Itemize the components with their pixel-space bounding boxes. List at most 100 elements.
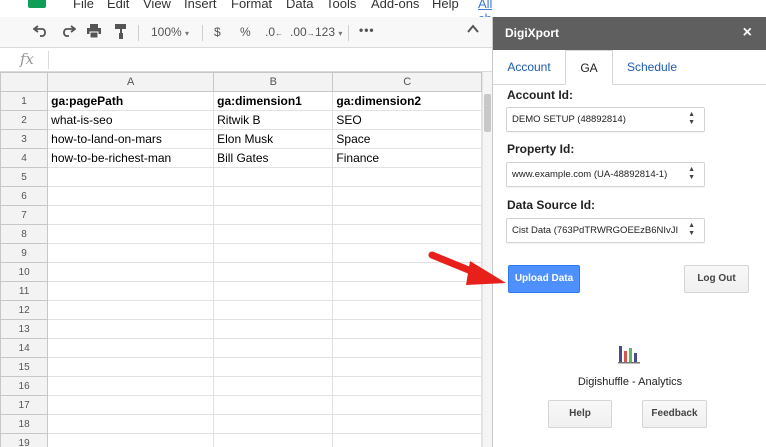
cell[interactable] (213, 281, 334, 301)
cell[interactable] (213, 357, 334, 377)
column-header-b[interactable]: B (213, 72, 334, 92)
increase-decimal-button[interactable]: .00→ (290, 25, 315, 39)
cell[interactable] (332, 186, 482, 206)
row-header[interactable]: 7 (0, 205, 49, 225)
upload-data-button[interactable]: Upload Data (508, 265, 580, 293)
cell[interactable] (47, 319, 215, 339)
row-header[interactable]: 17 (0, 395, 49, 415)
cell[interactable] (47, 395, 215, 415)
row-header[interactable]: 1 (0, 91, 49, 111)
more-formats-button[interactable]: 123 ▾ (315, 25, 342, 39)
account-id-select[interactable]: DEMO SETUP (48892814) ▲ ▼ (506, 107, 705, 132)
undo-icon[interactable] (32, 23, 49, 40)
cell[interactable] (332, 167, 482, 187)
cell[interactable] (47, 357, 215, 377)
cell[interactable] (47, 414, 215, 434)
cell[interactable] (213, 319, 334, 339)
cell[interactable]: how-to-be-richest-man (47, 148, 215, 168)
cell[interactable] (213, 376, 334, 396)
menu-file[interactable]: File (73, 0, 94, 11)
row-header[interactable]: 12 (0, 300, 49, 320)
cell[interactable] (47, 262, 215, 282)
column-header-c[interactable]: C (332, 72, 482, 92)
close-icon[interactable]: × (743, 24, 752, 42)
cell[interactable] (332, 433, 482, 447)
row-header[interactable]: 8 (0, 224, 49, 244)
row-header[interactable]: 2 (0, 110, 49, 130)
cell[interactable] (332, 205, 482, 225)
row-header[interactable]: 11 (0, 281, 49, 301)
cell[interactable] (213, 395, 334, 415)
sheets-logo-icon[interactable] (28, 0, 46, 8)
cell[interactable] (213, 224, 334, 244)
row-header[interactable]: 10 (0, 262, 49, 282)
menu-data[interactable]: Data (286, 0, 313, 11)
menu-view[interactable]: View (143, 0, 171, 11)
cell[interactable] (47, 376, 215, 396)
sidebar-scrollbar-thumb[interactable] (484, 94, 491, 132)
cell[interactable] (332, 224, 482, 244)
log-out-button[interactable]: Log Out (684, 265, 749, 293)
row-header[interactable]: 16 (0, 376, 49, 396)
more-icon[interactable]: ••• (359, 23, 375, 37)
cell[interactable] (332, 338, 482, 358)
decrease-decimal-button[interactable]: .0← (265, 25, 283, 39)
cell[interactable]: how-to-land-on-mars (47, 129, 215, 149)
print-icon[interactable] (86, 24, 102, 41)
cell[interactable] (332, 395, 482, 415)
cell[interactable] (213, 167, 334, 187)
cell[interactable] (47, 224, 215, 244)
cell[interactable] (332, 319, 482, 339)
row-header[interactable]: 14 (0, 338, 49, 358)
menu-tools[interactable]: Tools (326, 0, 356, 11)
cell[interactable]: what-is-seo (47, 110, 215, 130)
row-header[interactable]: 3 (0, 129, 49, 149)
currency-format-button[interactable]: $ (214, 25, 221, 39)
cell[interactable] (213, 186, 334, 206)
cell[interactable] (47, 167, 215, 187)
cell[interactable]: Finance (332, 148, 482, 168)
row-header[interactable]: 13 (0, 319, 49, 339)
cell[interactable] (332, 300, 482, 320)
cell[interactable]: Ritwik B (213, 110, 334, 130)
menu-help[interactable]: Help (432, 0, 459, 11)
cell[interactable] (47, 338, 215, 358)
cell[interactable] (47, 205, 215, 225)
cell[interactable] (213, 300, 334, 320)
menu-addons[interactable]: Add-ons (371, 0, 419, 11)
paint-format-icon[interactable] (114, 23, 128, 42)
cell[interactable] (213, 414, 334, 434)
feedback-button[interactable]: Feedback (642, 400, 707, 428)
help-button[interactable]: Help (548, 400, 612, 428)
cell[interactable]: ga:dimension2 (332, 91, 482, 111)
cell[interactable] (213, 433, 334, 447)
cell[interactable] (47, 243, 215, 263)
tab-account[interactable]: Account (498, 50, 560, 85)
row-header[interactable]: 4 (0, 148, 49, 168)
select-all-corner[interactable] (0, 72, 49, 92)
menu-edit[interactable]: Edit (107, 0, 129, 11)
cell[interactable]: SEO (332, 110, 482, 130)
tab-schedule[interactable]: Schedule (620, 50, 684, 85)
formula-bar[interactable]: fx (0, 48, 492, 72)
row-header[interactable]: 6 (0, 186, 49, 206)
menu-format[interactable]: Format (231, 0, 272, 11)
column-header-a[interactable]: A (47, 72, 215, 92)
cell[interactable] (213, 338, 334, 358)
row-header[interactable]: 19 (0, 433, 49, 447)
tab-ga[interactable]: GA (565, 50, 613, 85)
spreadsheet-grid[interactable]: A B C 1 ga:pagePath ga:dimension1 ga:dimens… (0, 72, 482, 447)
cell[interactable] (47, 281, 215, 301)
property-id-select[interactable]: www.example.com (UA-48892814-1) ▲ ▼ (506, 162, 705, 187)
cell[interactable]: Elon Musk (213, 129, 334, 149)
cell[interactable] (332, 357, 482, 377)
zoom-select[interactable]: 100% ▾ (151, 25, 189, 39)
row-header[interactable]: 15 (0, 357, 49, 377)
redo-icon[interactable] (60, 23, 77, 40)
cell[interactable] (332, 376, 482, 396)
cell[interactable] (47, 186, 215, 206)
menu-insert[interactable]: Insert (184, 0, 217, 11)
cell[interactable]: Space (332, 129, 482, 149)
cell[interactable] (213, 243, 334, 263)
cell[interactable]: Bill Gates (213, 148, 334, 168)
